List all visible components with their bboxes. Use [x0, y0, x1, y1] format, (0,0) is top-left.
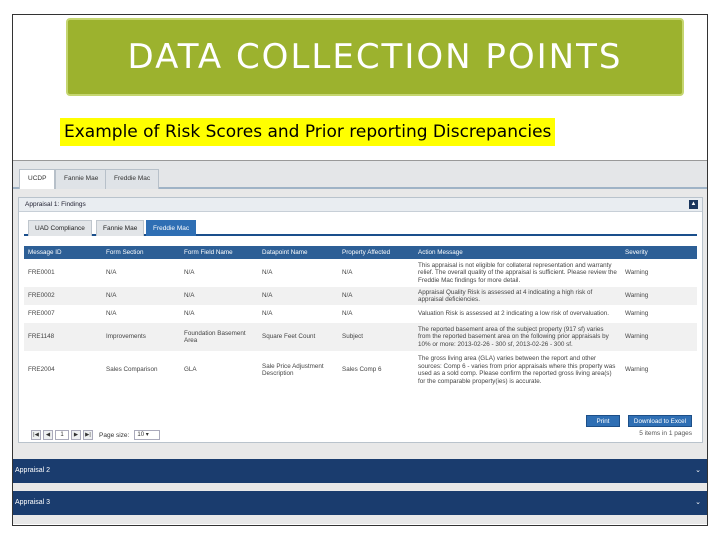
form-field-cell: GLA	[180, 351, 258, 389]
prev-page-icon[interactable]: ◀	[43, 430, 53, 440]
tab-ucdp[interactable]: UCDP	[19, 169, 56, 189]
property-cell: N/A	[338, 287, 414, 305]
table-row[interactable]: FRE1148 Improvements Foundation Basement…	[24, 323, 697, 351]
pager: |◀ ◀ 1 ▶ ▶| Page size: 10 ▾	[31, 428, 161, 442]
action-message-cell: The gross living area (GLA) varies betwe…	[414, 351, 621, 389]
form-section-cell: Sales Comparison	[102, 351, 180, 389]
slide-subtitle-box: Example of Risk Scores and Prior reporti…	[60, 118, 556, 146]
items-info: 5 items in 1 pages	[639, 430, 692, 437]
message-id-cell: FRE0002	[24, 287, 102, 305]
table-row[interactable]: FRE0007 N/A N/A N/A N/A Valuation Risk i…	[24, 305, 697, 323]
chevron-down-icon[interactable]: ⌄	[695, 498, 701, 506]
slide-subtitle: Example of Risk Scores and Prior reporti…	[64, 122, 552, 142]
findings-table: Message ID Form Section Form Field Name …	[24, 246, 697, 389]
page-size-label: Page size:	[99, 431, 130, 439]
message-id-cell: FRE0007	[24, 305, 102, 323]
print-button[interactable]: Print	[586, 415, 620, 427]
findings-panel-header: Appraisal 1: Findings ▲	[19, 198, 702, 212]
severity-cell: Warning	[621, 305, 697, 323]
column-header[interactable]: Message ID	[24, 246, 102, 259]
download-excel-button[interactable]: Download to Excel	[628, 415, 692, 427]
severity-cell: Warning	[621, 351, 697, 389]
page-size-value: 10	[137, 432, 145, 438]
datapoint-cell: Sale Price Adjustment Description	[258, 351, 338, 389]
severity-cell: Warning	[621, 259, 697, 287]
app-screenshot: UCDP Fannie Mae Freddie Mac Appraisal 1:…	[13, 160, 707, 524]
message-id-cell: FRE2004	[24, 351, 102, 389]
action-message-cell: This appraisal is not eligible for colla…	[414, 259, 621, 287]
form-section-cell: N/A	[102, 259, 180, 287]
chevron-down-icon[interactable]: ⌄	[695, 466, 701, 474]
datapoint-cell: N/A	[258, 287, 338, 305]
findings-panel-title: Appraisal 1: Findings	[25, 201, 86, 208]
column-header[interactable]: Severity	[621, 246, 697, 259]
form-field-cell: N/A	[180, 287, 258, 305]
accordion-appraisal-3[interactable]: Appraisal 3 ⌄	[13, 491, 707, 515]
form-section-cell: Improvements	[102, 323, 180, 351]
top-tab-bar: UCDP Fannie Mae Freddie Mac	[13, 161, 707, 189]
page-size-select[interactable]: 10 ▾	[134, 430, 161, 440]
caret-up-icon[interactable]: ▲	[689, 200, 698, 209]
property-cell: Sales Comp 6	[338, 351, 414, 389]
form-field-cell: N/A	[180, 305, 258, 323]
table-row[interactable]: FRE0001 N/A N/A N/A N/A This appraisal i…	[24, 259, 697, 287]
table-row[interactable]: FRE0002 N/A N/A N/A N/A Appraisal Qualit…	[24, 287, 697, 305]
tab-freddie-mac-findings[interactable]: Freddie Mac	[146, 220, 197, 236]
table-header-row: Message ID Form Section Form Field Name …	[24, 246, 697, 259]
accordion-label: Appraisal 3	[15, 499, 51, 506]
property-cell: N/A	[338, 305, 414, 323]
action-message-cell: Valuation Risk is assessed at 2 indicati…	[414, 305, 621, 323]
findings-panel: Appraisal 1: Findings ▲ UAD Compliance F…	[18, 197, 703, 443]
table-row[interactable]: FRE2004 Sales Comparison GLA Sale Price …	[24, 351, 697, 389]
findings-sub-tabs: UAD Compliance Fannie Mae Freddie Mac	[24, 218, 697, 236]
title-banner: DATA COLLECTION POINTS	[66, 18, 684, 96]
slide-title: DATA COLLECTION POINTS	[127, 37, 623, 77]
form-field-cell: Foundation Basement Area	[180, 323, 258, 351]
last-page-icon[interactable]: ▶|	[83, 430, 93, 440]
next-page-icon[interactable]: ▶	[71, 430, 81, 440]
accordion-appraisal-2[interactable]: Appraisal 2 ⌄	[13, 459, 707, 483]
tab-fannie-mae[interactable]: Fannie Mae	[55, 169, 108, 189]
column-header[interactable]: Action Message	[414, 246, 621, 259]
page-number-input[interactable]: 1	[55, 430, 69, 440]
property-cell: N/A	[338, 259, 414, 287]
datapoint-cell: N/A	[258, 305, 338, 323]
datapoint-cell: N/A	[258, 259, 338, 287]
column-header[interactable]: Form Section	[102, 246, 180, 259]
tab-uad-compliance[interactable]: UAD Compliance	[28, 220, 92, 236]
accordion-label: Appraisal 2	[15, 467, 51, 474]
first-page-icon[interactable]: |◀	[31, 430, 41, 440]
column-header[interactable]: Property Affected	[338, 246, 414, 259]
message-id-cell: FRE0001	[24, 259, 102, 287]
datapoint-cell: Square Feet Count	[258, 323, 338, 351]
action-message-cell: Appraisal Quality Risk is assessed at 4 …	[414, 287, 621, 305]
severity-cell: Warning	[621, 287, 697, 305]
column-header[interactable]: Form Field Name	[180, 246, 258, 259]
column-header[interactable]: Datapoint Name	[258, 246, 338, 259]
severity-cell: Warning	[621, 323, 697, 351]
property-cell: Subject	[338, 323, 414, 351]
form-section-cell: N/A	[102, 305, 180, 323]
tab-fannie-mae-findings[interactable]: Fannie Mae	[96, 220, 145, 236]
form-field-cell: N/A	[180, 259, 258, 287]
chevron-down-icon: ▾	[145, 432, 149, 438]
action-message-cell: The reported basement area of the subjec…	[414, 323, 621, 351]
form-section-cell: N/A	[102, 287, 180, 305]
tab-freddie-mac[interactable]: Freddie Mac	[105, 169, 160, 189]
message-id-cell: FRE1148	[24, 323, 102, 351]
